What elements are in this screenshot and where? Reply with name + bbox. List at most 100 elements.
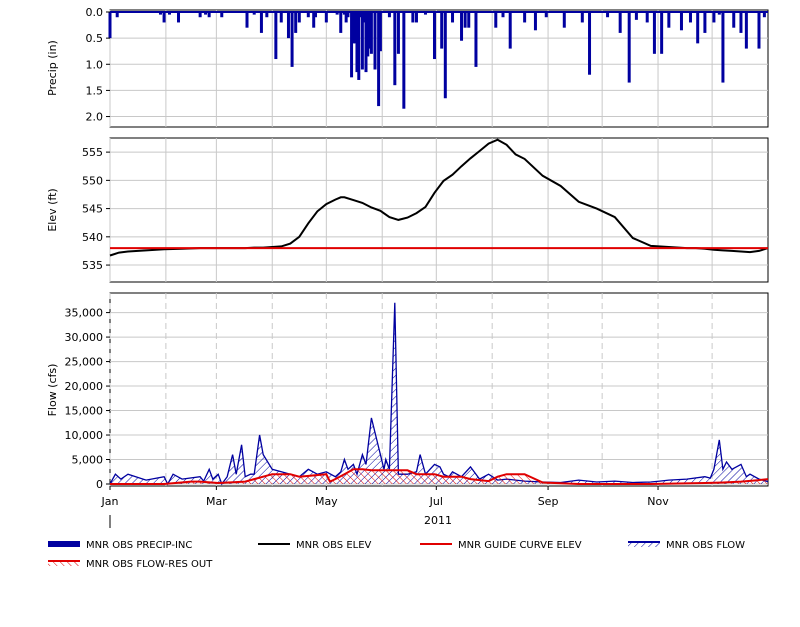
precip-bar bbox=[440, 12, 444, 49]
legend-item: MNR OBS FLOW bbox=[628, 540, 745, 551]
precip-bar bbox=[580, 12, 584, 23]
x-tick-label: Nov bbox=[647, 495, 669, 508]
precip-bar bbox=[696, 12, 700, 44]
precip-bar bbox=[369, 12, 373, 54]
y-tick-label: 0 bbox=[96, 478, 103, 491]
precip-panel: 0.0 0.5 1.0 1.5 2.0 Precip (in) bbox=[46, 6, 769, 128]
precip-bar bbox=[335, 12, 339, 15]
precip-bar bbox=[339, 12, 343, 33]
precip-bar bbox=[279, 12, 283, 23]
precip-bar bbox=[259, 12, 263, 33]
elevation-y-axis-label: Elev (ft) bbox=[46, 188, 59, 231]
precip-bar bbox=[378, 12, 382, 52]
x-tick-label: Jan bbox=[101, 495, 119, 508]
precip-bar bbox=[396, 12, 400, 54]
precip-bar bbox=[402, 12, 406, 109]
precip-bar bbox=[717, 12, 721, 15]
precip-bar bbox=[274, 12, 278, 60]
precip-bar bbox=[744, 12, 748, 49]
flow-y-ticks: 0 5,000 10,000 15,000 20,000 25,000 30,000 35,0… bbox=[65, 307, 110, 491]
precip-bar bbox=[411, 12, 415, 23]
precip-bar bbox=[688, 12, 692, 23]
precip-bar bbox=[294, 12, 298, 33]
year-label: 2011 bbox=[424, 514, 452, 527]
precip-bar bbox=[198, 12, 202, 18]
precip-y-axis-label: Precip (in) bbox=[46, 40, 59, 96]
precip-bar bbox=[451, 12, 455, 23]
precip-bar bbox=[667, 12, 671, 28]
precip-bar bbox=[314, 12, 318, 18]
precip-bar bbox=[739, 12, 743, 33]
precip-bar bbox=[252, 12, 256, 15]
precip-bar bbox=[460, 12, 464, 41]
y-tick-label: 540 bbox=[82, 231, 103, 244]
y-tick-label: 1.0 bbox=[86, 58, 104, 71]
precip-bar bbox=[167, 12, 171, 15]
precip-bar bbox=[306, 12, 310, 18]
legend-item: MNR OBS ELEV bbox=[258, 540, 372, 551]
precip-bar bbox=[652, 12, 656, 54]
precip-bar bbox=[387, 12, 391, 18]
precip-bar bbox=[501, 12, 505, 18]
precip-bar bbox=[508, 12, 512, 49]
precip-bar bbox=[474, 12, 478, 67]
precip-bar bbox=[494, 12, 498, 28]
precip-bar bbox=[588, 12, 592, 75]
legend-item: MNR GUIDE CURVE ELEV bbox=[420, 540, 582, 551]
y-tick-label: 0.5 bbox=[86, 32, 104, 45]
precip-bar bbox=[732, 12, 736, 28]
y-tick-label: 1.5 bbox=[86, 84, 104, 97]
legend-item: MNR OBS PRECIP-INC bbox=[48, 540, 192, 551]
legend-label: MNR OBS PRECIP-INC bbox=[86, 540, 192, 551]
precip-bar bbox=[562, 12, 566, 28]
precip-bar bbox=[645, 12, 649, 23]
y-tick-label: 535 bbox=[82, 259, 103, 272]
precip-bar bbox=[757, 12, 761, 49]
legend-label: MNR OBS ELEV bbox=[296, 540, 372, 551]
precip-bar bbox=[158, 12, 162, 15]
precip-bar bbox=[177, 12, 181, 23]
legend-label: MNR OBS FLOW-RES OUT bbox=[86, 559, 213, 570]
y-tick-label: 545 bbox=[82, 203, 103, 216]
legend-label: MNR GUIDE CURVE ELEV bbox=[458, 540, 582, 551]
precip-bar bbox=[357, 12, 361, 80]
precip-bar bbox=[679, 12, 683, 31]
precip-bar bbox=[324, 12, 328, 23]
hydrograph-chart: 0.0 0.5 1.0 1.5 2.0 Precip (in) 535 540 545 550… bbox=[46, 6, 769, 570]
precip-bar bbox=[533, 12, 537, 31]
precip-bar bbox=[393, 12, 397, 86]
precip-bar bbox=[414, 12, 418, 23]
legend: MNR OBS PRECIP-INC MNR OBS ELEV MNR GUIDE … bbox=[48, 540, 745, 570]
elevation-plot-frame bbox=[109, 137, 769, 283]
precip-bar bbox=[712, 12, 716, 23]
precip-bar bbox=[467, 12, 471, 28]
precip-bar bbox=[373, 12, 377, 70]
precip-bar bbox=[606, 12, 610, 18]
precip-bar bbox=[297, 12, 301, 23]
y-tick-label: 20,000 bbox=[65, 380, 104, 393]
precip-y-ticks: 0.0 0.5 1.0 1.5 2.0 bbox=[86, 6, 110, 124]
flow-y-axis-label: Flow (cfs) bbox=[46, 364, 59, 417]
elevation-y-ticks: 535 540 545 550 555 bbox=[82, 146, 110, 272]
precip-bar bbox=[544, 12, 548, 18]
y-tick-label: 25,000 bbox=[65, 356, 104, 369]
precip-bar bbox=[463, 12, 467, 28]
precip-bar bbox=[245, 12, 249, 28]
precip-bar bbox=[265, 12, 269, 18]
precip-bar bbox=[204, 12, 208, 15]
precip-bar bbox=[207, 12, 211, 18]
precip-bar bbox=[703, 12, 707, 33]
precip-bar bbox=[627, 12, 631, 83]
legend-swatch bbox=[48, 541, 80, 547]
y-tick-label: 15,000 bbox=[65, 405, 104, 418]
y-tick-label: 5,000 bbox=[72, 454, 104, 467]
precip-bar bbox=[443, 12, 447, 99]
precip-bar bbox=[220, 12, 224, 18]
precip-bar bbox=[108, 12, 112, 39]
y-tick-label: 550 bbox=[82, 174, 103, 187]
y-tick-label: 30,000 bbox=[65, 331, 104, 344]
y-tick-label: 555 bbox=[82, 146, 103, 159]
precip-bar bbox=[618, 12, 622, 33]
precip-bar bbox=[286, 12, 290, 39]
legend-item: MNR OBS FLOW-RES OUT bbox=[48, 559, 213, 570]
